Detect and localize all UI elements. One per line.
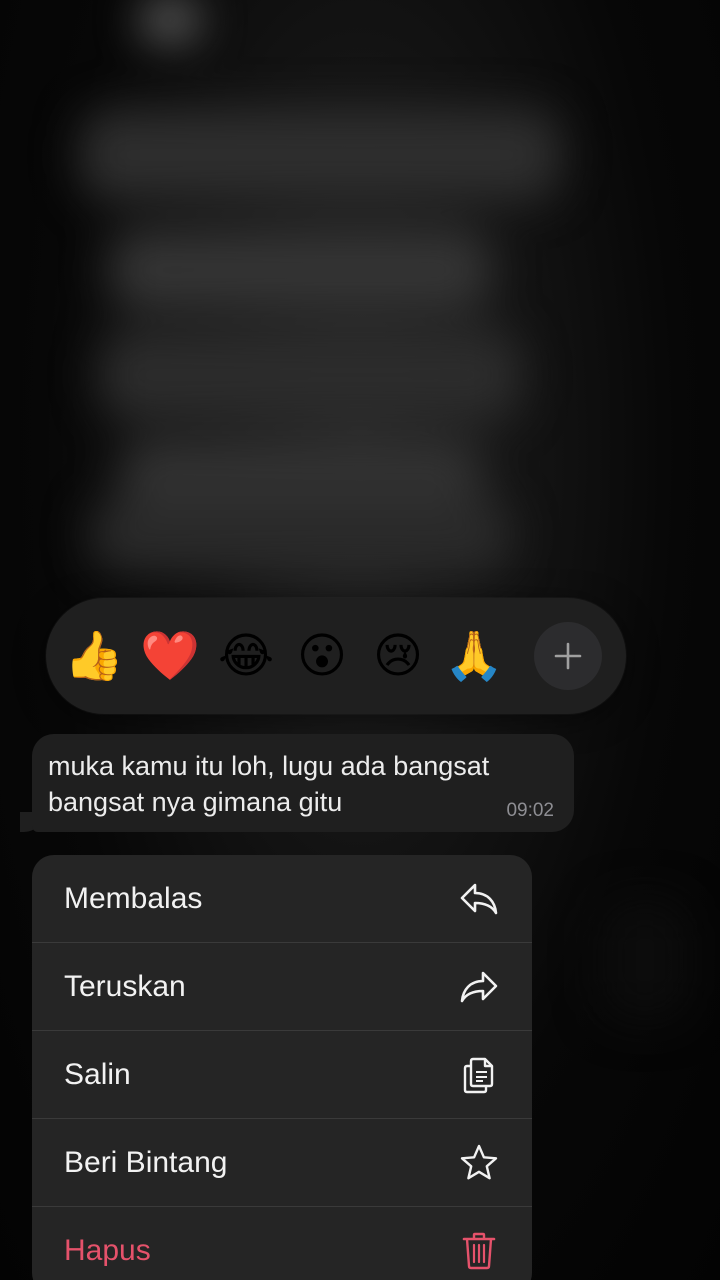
menu-item-copy[interactable]: Salin [32, 1031, 532, 1119]
menu-item-reply[interactable]: Membalas [32, 855, 532, 943]
message-context-menu: Membalas Teruskan Salin Beri Bintang Hap… [32, 855, 532, 1280]
menu-item-label: Membalas [64, 881, 203, 915]
plus-icon [554, 642, 582, 670]
add-reaction-button[interactable] [534, 622, 602, 690]
menu-item-label: Hapus [64, 1233, 151, 1267]
pray-reaction[interactable]: 🙏 [444, 626, 504, 686]
heart-reaction[interactable]: ❤️ [140, 626, 200, 686]
menu-item-delete[interactable]: Hapus [32, 1207, 532, 1280]
menu-item-forward[interactable]: Teruskan [32, 943, 532, 1031]
thumbs-up-reaction[interactable]: 👍 [64, 626, 124, 686]
menu-item-label: Teruskan [64, 969, 186, 1003]
surprised-reaction[interactable]: 😮 [292, 626, 352, 686]
forward-icon [458, 966, 500, 1008]
menu-item-star[interactable]: Beri Bintang [32, 1119, 532, 1207]
message-timestamp: 09:02 [506, 800, 554, 821]
laughing-reaction[interactable]: 😂 [216, 626, 276, 686]
message-bubble[interactable]: muka kamu itu loh, lugu ada bangsat bang… [32, 734, 574, 832]
crying-reaction[interactable]: 😢 [368, 626, 428, 686]
star-icon [458, 1142, 500, 1184]
message-text: muka kamu itu loh, lugu ada bangsat bang… [48, 751, 490, 817]
menu-item-label: Beri Bintang [64, 1145, 228, 1179]
copy-icon [458, 1054, 500, 1096]
reaction-bar: 👍 ❤️ 😂 😮 😢 🙏 [46, 598, 626, 714]
screen: 👍 ❤️ 😂 😮 😢 🙏 muka kamu itu loh, lugu ada… [0, 0, 720, 1280]
reply-icon [458, 878, 500, 920]
trash-icon [458, 1230, 500, 1272]
menu-item-label: Salin [64, 1057, 131, 1091]
